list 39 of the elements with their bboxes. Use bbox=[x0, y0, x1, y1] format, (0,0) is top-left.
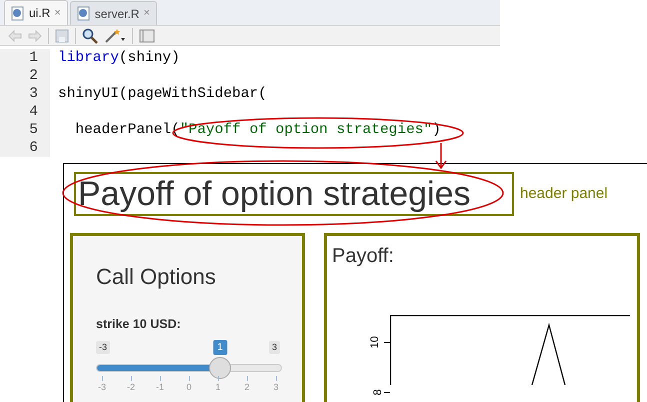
editor-tab[interactable]: ui.R × bbox=[4, 0, 68, 25]
line-number: 3 bbox=[29, 85, 38, 103]
code-text: shinyUI(pageWithSidebar( bbox=[58, 85, 267, 103]
line-number: 5 bbox=[29, 121, 38, 139]
back-arrow-icon[interactable] bbox=[8, 30, 22, 42]
main-title: Payoff: bbox=[332, 244, 395, 269]
slider-tick-label: 1 bbox=[215, 380, 220, 394]
slider-max-label: 3 bbox=[268, 340, 280, 354]
code-text: library bbox=[58, 49, 119, 67]
y-tick-label: 8 bbox=[370, 388, 385, 396]
line-number: 1 bbox=[29, 49, 38, 67]
slider-tick-label: -2 bbox=[126, 380, 135, 394]
slider-tick-label: 0 bbox=[186, 380, 192, 394]
slider-min-label: -3 bbox=[96, 340, 110, 354]
slider-tick-label: 3 bbox=[273, 380, 278, 394]
sidebar-title: Call Options bbox=[96, 263, 217, 291]
r-file-icon bbox=[76, 6, 91, 21]
y-tick-label: 10 bbox=[368, 336, 382, 348]
slider-tick-label: 2 bbox=[244, 380, 250, 394]
forward-arrow-icon[interactable] bbox=[28, 30, 42, 42]
r-file-icon bbox=[11, 6, 25, 20]
search-icon[interactable] bbox=[82, 28, 98, 44]
editor-tab[interactable]: server.R × bbox=[70, 1, 157, 25]
code-text: "Payoff of option strategies" bbox=[180, 121, 432, 139]
slider-handle[interactable] bbox=[209, 356, 232, 379]
annotation-label: header panel bbox=[520, 184, 608, 204]
magic-wand-icon[interactable] bbox=[104, 28, 126, 44]
save-icon[interactable] bbox=[55, 28, 69, 42]
slider-value-label: 1 bbox=[213, 340, 227, 355]
page-title: Payoff of option strategies bbox=[78, 174, 471, 214]
line-number: 4 bbox=[29, 103, 38, 121]
code-text: headerPanel( bbox=[74, 121, 180, 139]
slider-label: strike 10 USD: bbox=[96, 316, 182, 333]
slider-tick-label: -1 bbox=[156, 380, 164, 394]
line-number: 2 bbox=[29, 67, 38, 85]
slider-tick-label: -3 bbox=[98, 380, 106, 394]
line-number: 6 bbox=[29, 139, 38, 157]
notebook-icon[interactable] bbox=[139, 28, 155, 42]
code-text: (shiny) bbox=[118, 49, 180, 67]
